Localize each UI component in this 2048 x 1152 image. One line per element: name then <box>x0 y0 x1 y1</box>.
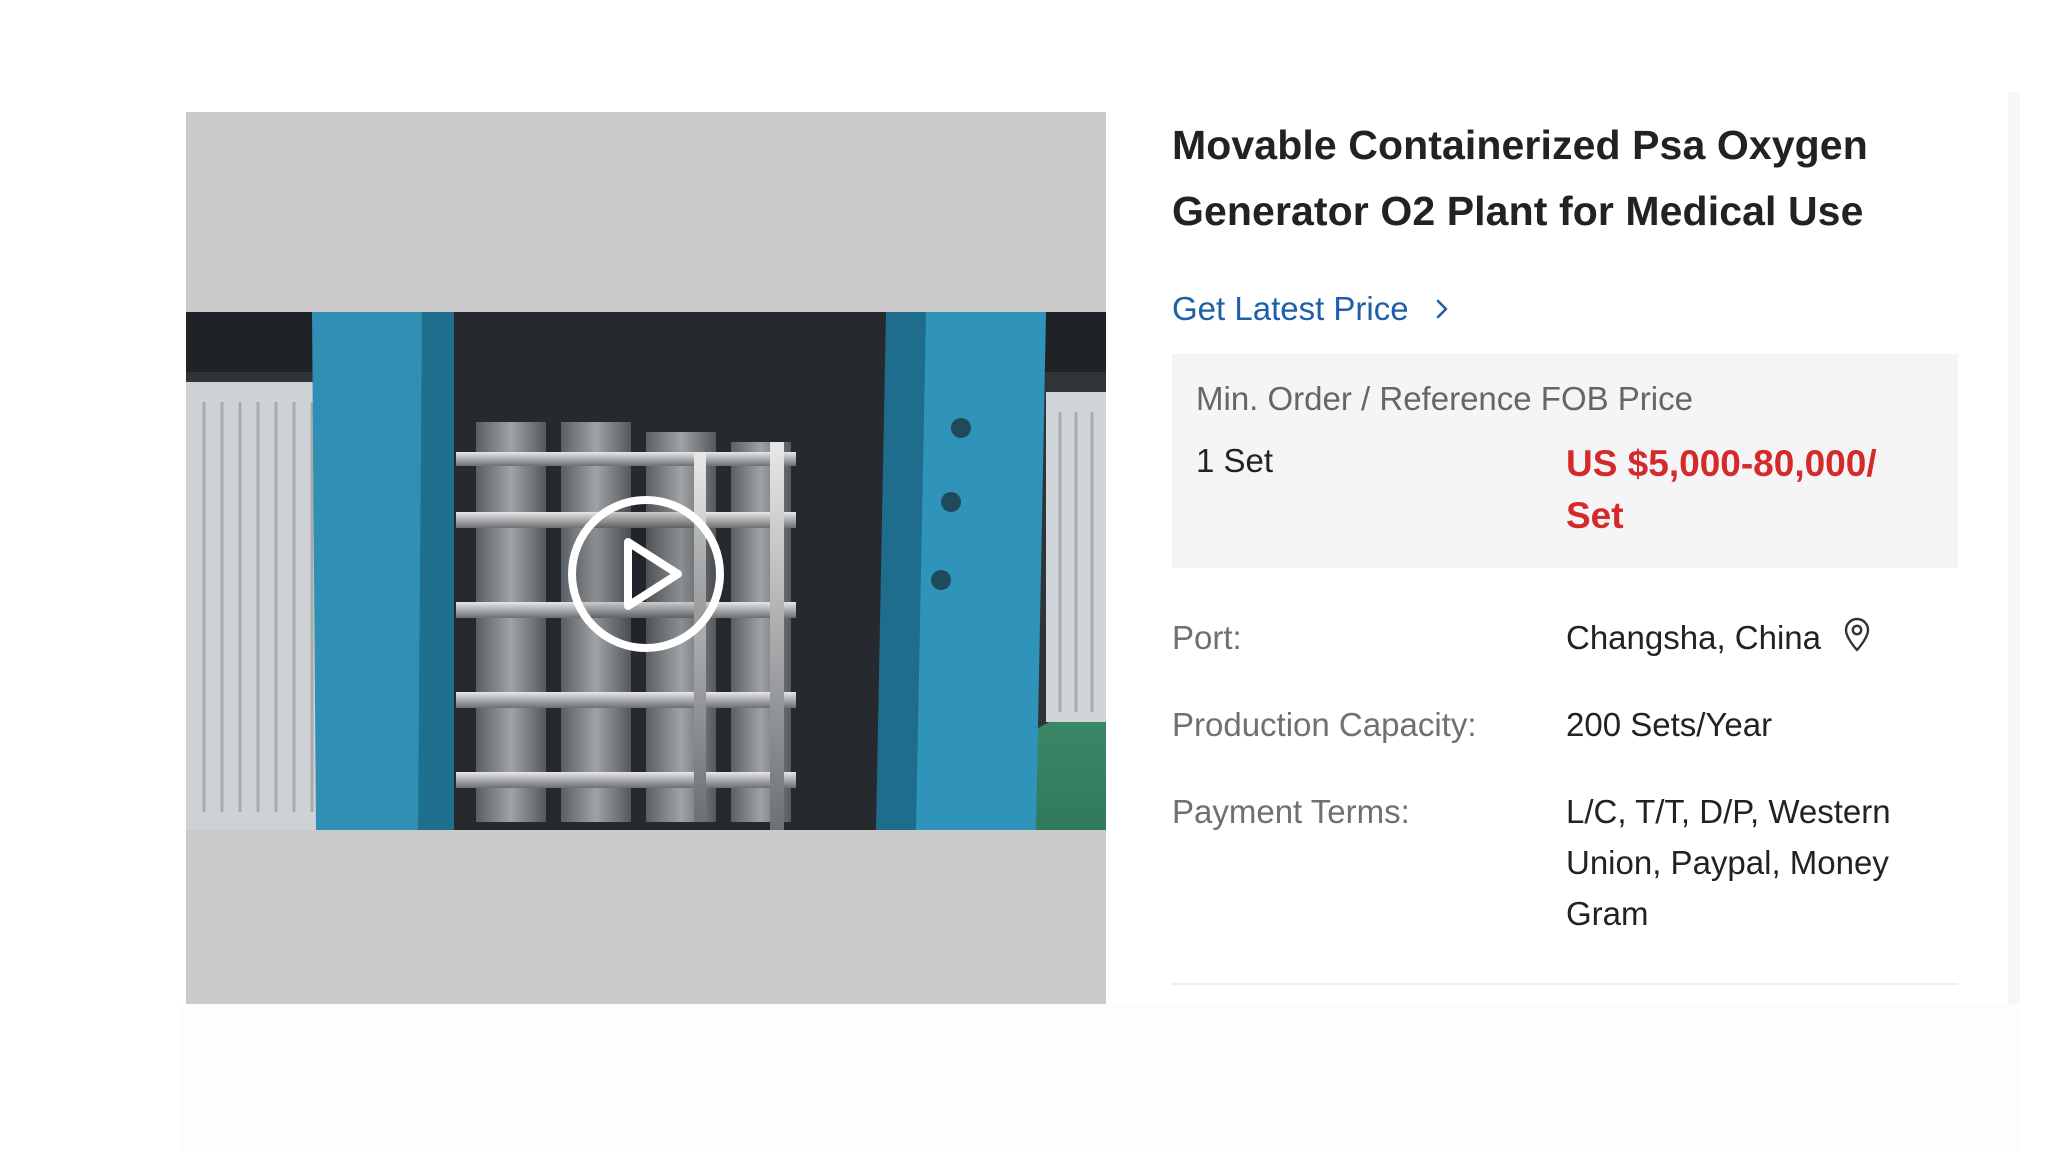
product-specs: Port: Changsha, China Production Capacit… <box>1172 612 1958 939</box>
price-summary-box: Min. Order / Reference FOB Price 1 Set U… <box>1172 354 1958 568</box>
spec-value: Changsha, China <box>1566 612 1958 663</box>
spec-key: Payment Terms: <box>1172 793 1410 830</box>
page-footer-area <box>180 1004 2020 1152</box>
spec-row-port: Port: Changsha, China <box>1172 612 1958 663</box>
min-order-value: 1 Set <box>1196 442 1274 479</box>
spec-key: Production Capacity: <box>1172 706 1477 743</box>
section-divider <box>1172 983 1958 985</box>
get-latest-price-label: Get Latest Price <box>1172 290 1409 327</box>
reference-price: US $5,000-80,000/ Set <box>1566 443 1877 536</box>
spec-value: 200 Sets/Year <box>1566 706 1773 743</box>
price-box-label: Min. Order / Reference FOB Price <box>1196 380 1693 417</box>
spec-value: L/C, T/T, D/P, Western Union, Paypal, Mo… <box>1566 793 1891 932</box>
chevron-right-icon <box>1436 299 1447 319</box>
play-circle-icon[interactable] <box>566 494 726 654</box>
product-media-viewer[interactable] <box>186 112 1106 1004</box>
location-pin-icon[interactable] <box>1842 617 1872 653</box>
product-info-panel: Movable Containerized Psa Oxygen Generat… <box>1172 112 1958 985</box>
get-latest-price-link[interactable]: Get Latest Price <box>1172 290 1453 328</box>
product-page: Movable Containerized Psa Oxygen Generat… <box>0 0 2048 1152</box>
port-value: Changsha, China <box>1566 619 1822 656</box>
spec-row-payment: Payment Terms: L/C, T/T, D/P, Western Un… <box>1172 786 1958 939</box>
spec-key: Port: <box>1172 619 1242 656</box>
page-edge-divider <box>2008 92 2020 1004</box>
spec-row-capacity: Production Capacity: 200 Sets/Year <box>1172 699 1958 750</box>
product-title: Movable Containerized Psa Oxygen Generat… <box>1172 122 1868 234</box>
product-video-thumbnail[interactable] <box>186 312 1106 830</box>
